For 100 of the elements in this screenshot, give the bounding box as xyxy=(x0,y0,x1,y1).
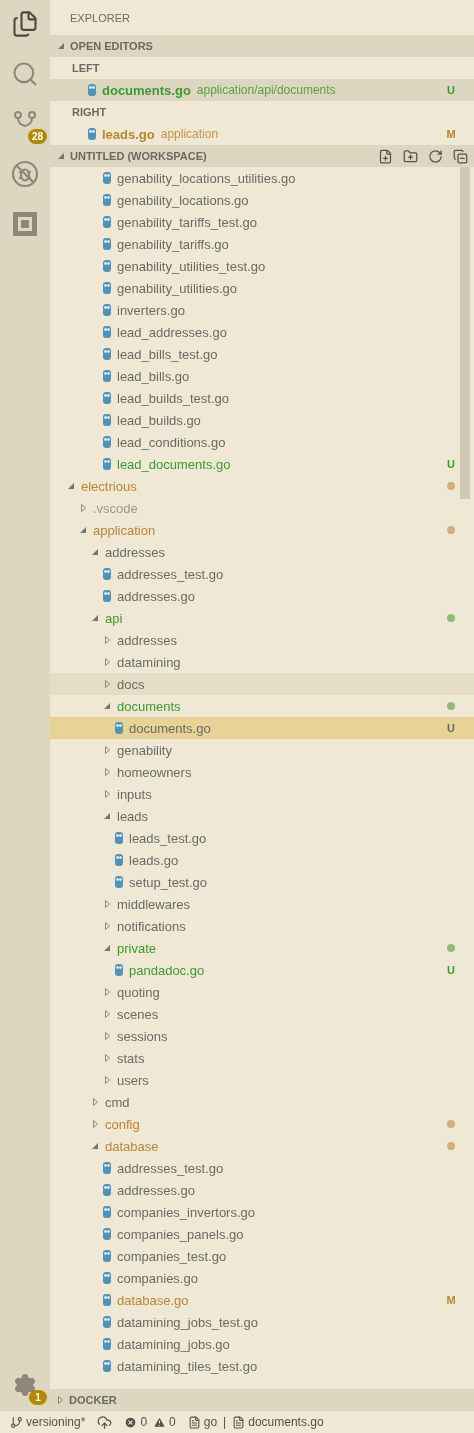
folder-item[interactable]: notifications xyxy=(50,915,474,937)
collapsed-arrow-icon xyxy=(104,1032,110,1040)
folder-item[interactable]: config xyxy=(50,1113,474,1135)
open-editor-item[interactable]: leads.go application M xyxy=(50,123,474,145)
folder-item[interactable]: inputs xyxy=(50,783,474,805)
explorer-icon[interactable] xyxy=(11,10,39,38)
folder-item[interactable]: electrious xyxy=(50,475,474,497)
file-item[interactable]: addresses.go xyxy=(50,585,474,607)
expanded-arrow-icon xyxy=(104,945,110,951)
file-item[interactable]: genability_tariffs_test.go xyxy=(50,211,474,233)
folder-item[interactable]: database xyxy=(50,1135,474,1157)
folder-item[interactable]: addresses xyxy=(50,541,474,563)
folder-item[interactable]: homeowners xyxy=(50,761,474,783)
file-item[interactable]: genability_tariffs.go xyxy=(50,233,474,255)
go-file-icon xyxy=(103,1294,111,1306)
scrollbar-thumb[interactable] xyxy=(460,167,470,499)
branch-name[interactable]: versioning* xyxy=(26,1415,86,1429)
folder-item[interactable]: private xyxy=(50,937,474,959)
group-label: LEFT xyxy=(71,61,101,76)
new-folder-icon[interactable] xyxy=(403,148,418,164)
file-item[interactable]: genability_utilities_test.go xyxy=(50,255,474,277)
go-file-icon xyxy=(103,1184,111,1196)
go-file-icon xyxy=(103,392,111,404)
go-file-icon xyxy=(103,1228,111,1240)
expanded-arrow-icon xyxy=(92,549,98,555)
folder-item[interactable]: application xyxy=(50,519,474,541)
file-item[interactable]: lead_documents.go U xyxy=(50,453,474,475)
expanded-arrow-icon xyxy=(68,483,74,489)
collapsed-arrow-icon xyxy=(92,1098,98,1106)
folder-item[interactable]: sessions xyxy=(50,1025,474,1047)
file-item[interactable]: database.go M xyxy=(50,1289,474,1311)
go-file-icon xyxy=(103,436,111,448)
file-item[interactable]: genability_utilities.go xyxy=(50,277,474,299)
folder-item[interactable]: quoting xyxy=(50,981,474,1003)
warning-icon xyxy=(153,1415,167,1429)
file-item[interactable]: addresses.go xyxy=(50,1179,474,1201)
folder-item[interactable]: stats xyxy=(50,1047,474,1069)
git-status: U xyxy=(446,458,456,470)
folder-item[interactable]: datamining xyxy=(50,651,474,673)
expanded-arrow-icon xyxy=(58,153,64,159)
file-item[interactable]: setup_test.go xyxy=(50,871,474,893)
folder-item[interactable]: .vscode xyxy=(50,497,474,519)
go-file-icon xyxy=(103,326,111,338)
section-header[interactable]: DOCKER xyxy=(50,1389,474,1411)
new-file-icon[interactable] xyxy=(378,148,393,164)
file-item[interactable]: genability_locations_utilities.go xyxy=(50,167,474,189)
refresh-icon[interactable] xyxy=(428,148,443,164)
file-item[interactable]: companies.go xyxy=(50,1267,474,1289)
file-item[interactable]: lead_conditions.go xyxy=(50,431,474,453)
file-item[interactable]: lead_bills.go xyxy=(50,365,474,387)
file-item[interactable]: lead_addresses.go xyxy=(50,321,474,343)
file-item[interactable]: datamining_tiles_test.go xyxy=(50,1355,474,1377)
folder-item[interactable]: genability xyxy=(50,739,474,761)
error-icon xyxy=(124,1415,138,1429)
collapse-all-icon[interactable] xyxy=(453,148,468,164)
file-item[interactable]: companies_panels.go xyxy=(50,1223,474,1245)
file-item[interactable]: lead_bills_test.go xyxy=(50,343,474,365)
go-file-icon xyxy=(103,1338,111,1350)
file-item[interactable]: companies_invertors.go xyxy=(50,1201,474,1223)
folder-item[interactable]: middlewares xyxy=(50,893,474,915)
file-item[interactable]: documents.go U xyxy=(50,717,474,739)
warning-count[interactable]: 0 xyxy=(169,1415,176,1429)
folder-item[interactable]: api xyxy=(50,607,474,629)
explorer-title: EXPLORER xyxy=(69,10,131,26)
folder-item[interactable]: documents xyxy=(50,695,474,717)
file-item[interactable]: genability_locations.go xyxy=(50,189,474,211)
file-item[interactable]: inverters.go xyxy=(50,299,474,321)
folder-item[interactable]: addresses xyxy=(50,629,474,651)
file-item[interactable]: datamining_jobs.go xyxy=(50,1333,474,1355)
badge: 1 xyxy=(29,1390,47,1405)
collapsed-arrow-icon xyxy=(104,1010,110,1018)
file-name[interactable]: documents.go xyxy=(248,1415,324,1429)
section-header[interactable]: OPEN EDITORS xyxy=(50,35,474,57)
folder-item[interactable]: users xyxy=(50,1069,474,1091)
error-count[interactable]: 0 xyxy=(140,1415,148,1429)
folder-item[interactable]: leads xyxy=(50,805,474,827)
file-item[interactable]: leads_test.go xyxy=(50,827,474,849)
folder-item[interactable]: docs xyxy=(50,673,474,695)
cloud-upload-icon[interactable] xyxy=(97,1414,113,1430)
expanded-arrow-icon xyxy=(92,1143,98,1149)
file-item[interactable]: addresses_test.go xyxy=(50,1157,474,1179)
file-item[interactable]: lead_builds_test.go xyxy=(50,387,474,409)
file-item[interactable]: addresses_test.go xyxy=(50,563,474,585)
language-mode[interactable]: go xyxy=(203,1415,218,1429)
expanded-arrow-icon xyxy=(92,615,98,621)
expanded-arrow-icon xyxy=(104,703,110,709)
go-file-icon xyxy=(103,216,111,228)
folder-item[interactable]: cmd xyxy=(50,1091,474,1113)
go-file-icon xyxy=(103,1206,111,1218)
section-header[interactable]: UNTITLED (WORKSPACE) xyxy=(50,145,474,167)
open-editor-item[interactable]: documents.go application/api/documents U xyxy=(50,79,474,101)
file-path: application/api/documents xyxy=(196,83,336,97)
file-item[interactable]: pandadoc.go U xyxy=(50,959,474,981)
file-item[interactable]: companies_test.go xyxy=(50,1245,474,1267)
badge: 28 xyxy=(27,129,47,144)
file-item[interactable]: leads.go xyxy=(50,849,474,871)
file-item[interactable]: datamining_jobs_test.go xyxy=(50,1311,474,1333)
folder-item[interactable]: scenes xyxy=(50,1003,474,1025)
file-item[interactable]: lead_builds.go xyxy=(50,409,474,431)
go-file-icon xyxy=(103,1360,111,1372)
